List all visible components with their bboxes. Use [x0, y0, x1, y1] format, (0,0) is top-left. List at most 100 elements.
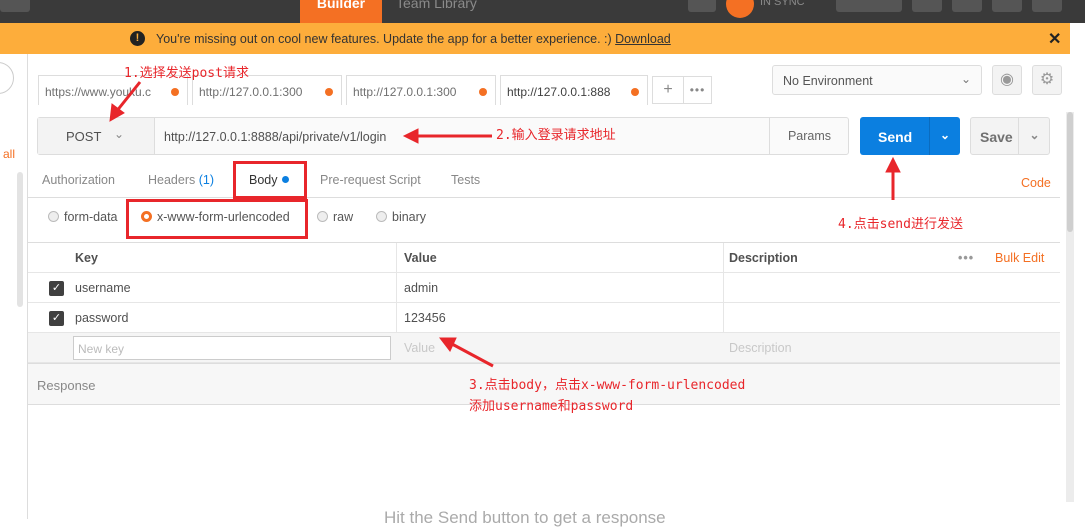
chevron-down-icon: ⌄ — [960, 72, 971, 86]
tab-builder-label: Builder — [316, 0, 366, 11]
send-label: Send — [878, 129, 913, 145]
bulk-edit-link[interactable]: Bulk Edit — [995, 243, 1044, 273]
radio-label: raw — [333, 210, 354, 224]
row-value[interactable]: admin — [404, 273, 438, 303]
radio-raw[interactable]: raw — [317, 210, 353, 224]
request-subtabs: Authorization Headers (1) Body Pre-reque… — [28, 165, 1060, 198]
checkbox-checked-icon[interactable]: ✓ — [49, 311, 64, 326]
heart-icon[interactable] — [1032, 0, 1062, 12]
environment-select[interactable]: No Environment ⌄ — [772, 65, 982, 95]
gear-icon[interactable]: ⚙ — [1032, 65, 1062, 95]
row-value[interactable]: 123456 — [404, 303, 446, 333]
tab-builder[interactable]: Builder — [300, 0, 382, 23]
highlight-urlencoded — [126, 199, 308, 239]
sidebar-search-icon[interactable] — [0, 62, 14, 94]
notifications-icon[interactable] — [992, 0, 1022, 12]
table-row: ✓ username admin — [28, 273, 1060, 303]
method-select[interactable]: POST ⌄ — [38, 118, 155, 154]
request-tab-active[interactable]: http://127.0.0.1:888 — [500, 75, 648, 105]
new-row: New key Value Description — [28, 333, 1060, 363]
chevron-down-icon: ⌄ — [114, 127, 125, 141]
tab-authorization[interactable]: Authorization — [42, 173, 115, 187]
interceptor-icon[interactable] — [912, 0, 942, 12]
tab-team-library[interactable]: Team Library — [396, 0, 486, 23]
row-key[interactable]: username — [75, 273, 131, 303]
user-menu[interactable] — [836, 0, 902, 12]
code-link[interactable]: Code — [1021, 176, 1051, 190]
radio-label: form-data — [64, 210, 118, 224]
column-divider — [723, 243, 724, 273]
sync-icon[interactable] — [726, 0, 754, 18]
key-header: Key — [75, 251, 98, 265]
highlight-body-tab — [233, 161, 307, 199]
request-tab[interactable]: http://127.0.0.1:300 — [346, 75, 496, 105]
request-tab-label: http://127.0.0.1:300 — [353, 85, 457, 99]
request-tab-label: https://www.youku.c — [45, 85, 152, 99]
add-tab-button[interactable]: + — [652, 76, 684, 104]
scrollbar-thumb[interactable] — [1067, 112, 1073, 232]
headers-count: (1) — [198, 173, 215, 187]
save-button[interactable]: Save ⌄ — [970, 117, 1050, 155]
annotation-3-line2: 添加username和password — [469, 399, 634, 414]
capture-icon[interactable] — [688, 0, 716, 12]
unsaved-dot-icon — [479, 88, 487, 96]
top-bar: Builder Team Library IN SYNC — [0, 0, 1085, 23]
radio-label: binary — [392, 210, 427, 224]
annotation-4: 4.点击send进行发送 — [838, 217, 963, 232]
eye-icon[interactable]: ◉ — [992, 65, 1022, 95]
annotation-2: 2.输入登录请求地址 — [496, 128, 616, 143]
environment-label: No Environment — [783, 74, 873, 88]
new-button[interactable] — [0, 0, 30, 12]
new-description-input[interactable]: Description — [729, 333, 792, 363]
checkbox-checked-icon[interactable]: ✓ — [49, 281, 64, 296]
send-button[interactable]: Send ⌄ — [860, 117, 960, 155]
download-link[interactable]: Download — [615, 32, 671, 46]
description-header: Description — [729, 251, 798, 265]
row-key[interactable]: password — [75, 303, 129, 333]
kv-header-row: Key Value Description ••• Bulk Edit — [28, 243, 1060, 273]
tab-team-library-label: Team Library — [396, 0, 477, 11]
chevron-down-icon[interactable]: ⌄ — [1018, 118, 1050, 154]
request-tab-label: http://127.0.0.1:888 — [507, 85, 611, 99]
settings-icon[interactable] — [952, 0, 982, 12]
new-value-input[interactable]: Value — [404, 333, 435, 363]
sidebar-scrollbar[interactable] — [17, 172, 23, 307]
table-row: ✓ password 123456 — [28, 303, 1060, 333]
kv-more-button[interactable]: ••• — [958, 243, 974, 273]
sync-status: IN SYNC — [760, 0, 805, 8]
column-divider — [723, 273, 724, 303]
radio-off-icon — [317, 211, 328, 222]
chevron-down-icon[interactable]: ⌄ — [929, 117, 960, 155]
column-divider — [396, 243, 397, 273]
update-banner: ! You're missing out on cool new feature… — [0, 23, 1070, 54]
column-divider — [396, 273, 397, 303]
tab-prerequest-script[interactable]: Pre-request Script — [320, 173, 421, 187]
sidebar: all — [0, 54, 28, 519]
unsaved-dot-icon — [171, 88, 179, 96]
close-icon[interactable]: ✕ — [1048, 29, 1061, 49]
new-key-input[interactable]: New key — [73, 336, 391, 360]
sidebar-all-link[interactable]: all — [3, 147, 15, 161]
request-tab-label: http://127.0.0.1:300 — [199, 85, 303, 99]
radio-binary[interactable]: binary — [376, 210, 426, 224]
radio-form-data[interactable]: form-data — [48, 210, 118, 224]
tab-tests[interactable]: Tests — [451, 173, 480, 187]
value-header: Value — [404, 251, 437, 265]
scrollbar[interactable] — [1066, 112, 1074, 502]
unsaved-dot-icon — [631, 88, 639, 96]
save-label: Save — [980, 129, 1013, 145]
banner-text: You're missing out on cool new features.… — [156, 32, 616, 46]
banner-message: You're missing out on cool new features.… — [156, 32, 671, 46]
annotation-3-line1: 3.点击body，点击x-www-form-urlencoded — [469, 378, 746, 393]
annotation-1: 1.选择发送post请求 — [124, 66, 249, 81]
tab-more-button[interactable]: ••• — [684, 76, 712, 104]
url-input[interactable]: http://127.0.0.1:8888/api/private/v1/log… — [164, 130, 386, 144]
kv-table: Key Value Description ••• Bulk Edit ✓ us… — [28, 242, 1060, 363]
tab-headers[interactable]: Headers (1) — [148, 173, 214, 187]
radio-off-icon — [48, 211, 59, 222]
params-button[interactable]: Params — [769, 118, 849, 154]
info-icon: ! — [130, 31, 145, 46]
response-hint: Hit the Send button to get a response — [384, 508, 666, 527]
unsaved-dot-icon — [325, 88, 333, 96]
column-divider — [396, 303, 397, 333]
